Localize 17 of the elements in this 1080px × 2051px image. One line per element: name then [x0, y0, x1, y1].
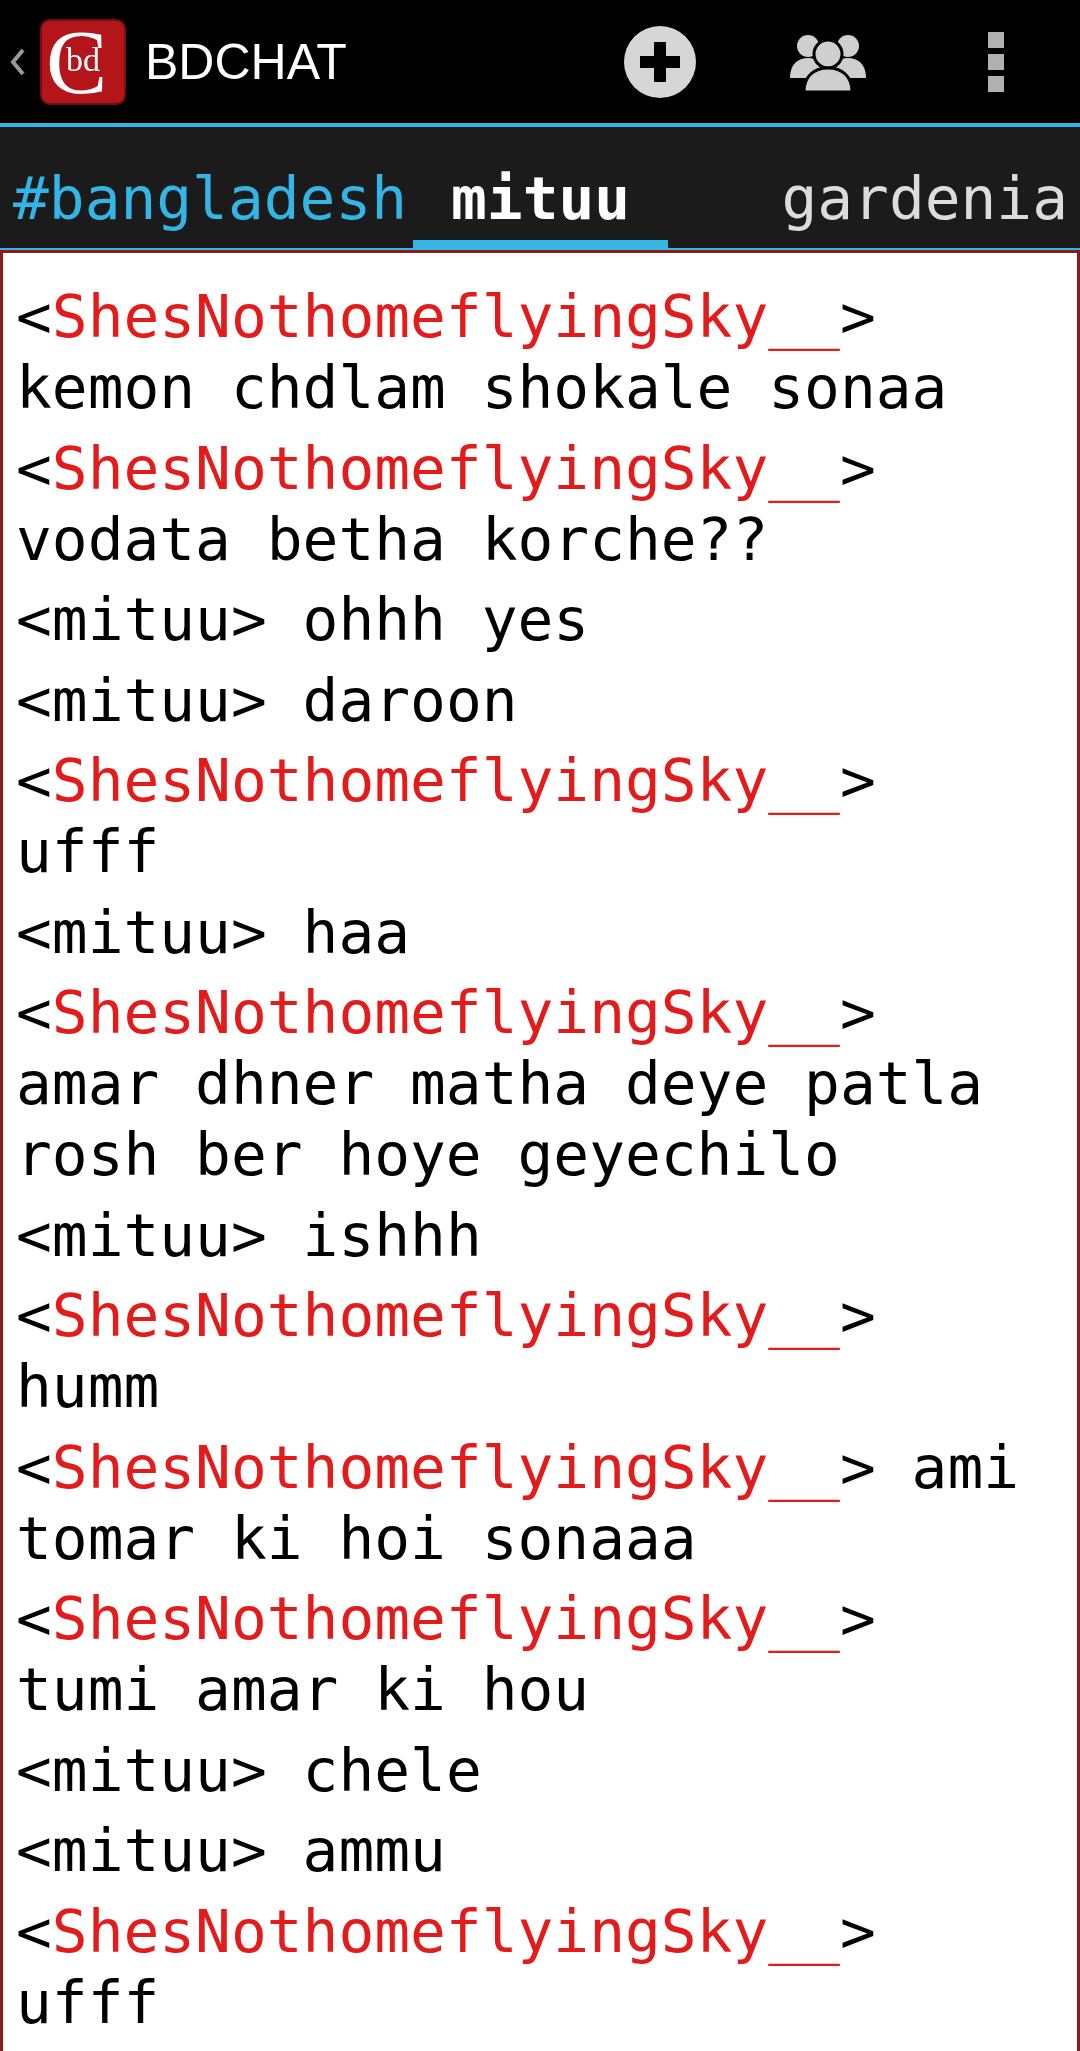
app-title: BDCHAT — [145, 32, 347, 91]
chat-message: <mituu> haa — [16, 896, 412, 968]
chat-message: <mituu> ohhh yes — [16, 584, 591, 655]
chat-message: <mituu> ishhh — [16, 1199, 483, 1271]
overflow-menu-icon[interactable] — [988, 31, 1004, 92]
chat-message: <ShesNothomeflyingSky__> ami tomar ki hoi sonaaa — [16, 1431, 1021, 1574]
chat-message: <mituu> chele — [16, 1734, 483, 1806]
chat-message: <ShesNothomeflyingSky__> humm — [16, 1280, 877, 1422]
plus-circle-icon[interactable] — [624, 25, 696, 98]
chat-message: <ShesNothomeflyingSky__> vodata betha korche?? — [16, 432, 877, 575]
chat-message: <ShesNothomeflyingSky__> kemon chdlam shokale sonaa — [16, 281, 949, 423]
chat-message: <mituu> daroon — [16, 664, 519, 736]
channel-tab[interactable]: #bangladesh — [13, 148, 408, 248]
channel-tab[interactable]: gardenia — [781, 148, 1068, 248]
chevron-left-icon[interactable] — [10, 47, 26, 76]
chat-message: <ShesNothomeflyingSky__> ufff — [16, 1895, 877, 2038]
chat-message: <mituu> ammu — [16, 1815, 447, 1886]
